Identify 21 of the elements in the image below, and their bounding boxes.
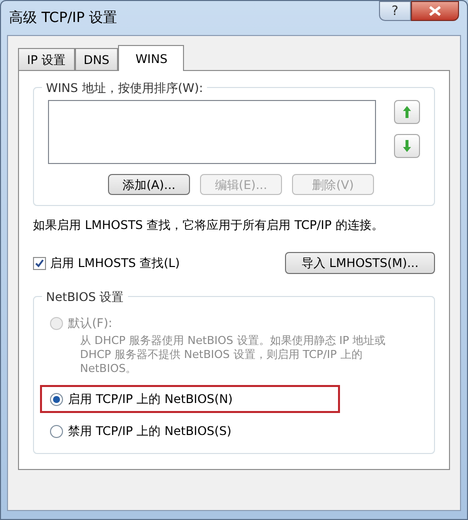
tab[interactable]: DNS <box>74 48 118 70</box>
group-label: WINS 地址，按使用排序(W): <box>42 79 208 97</box>
info-text: 如果启用 LMHOSTS 查找，它将应用于所有启用 TCP/IP 的连接。 <box>33 217 384 234</box>
move-up-button[interactable] <box>394 100 420 124</box>
arrow-down-icon <box>402 139 412 153</box>
tab[interactable]: WINS <box>118 45 184 71</box>
check-icon <box>35 258 44 268</box>
address-list[interactable] <box>48 100 376 164</box>
radio-option[interactable]: 禁用 TCP/IP 上的 NetBIOS(S) <box>50 422 414 440</box>
help-button[interactable]: ? <box>379 1 411 21</box>
lmhosts-checkbox[interactable]: 启用 LMHOSTS 查找(L) <box>33 254 180 272</box>
option-description: 从 DHCP 服务器使用 NetBIOS 设置。如果使用静态 IP 地址或 DHCP 服务器不提供 NetBIOS 设置，则启用 TCP/IP 上的 NetBIOS。 <box>80 334 387 376</box>
close-icon <box>429 6 441 16</box>
move-down-button[interactable] <box>394 134 420 158</box>
tab[interactable]: IP 设置 <box>18 48 75 70</box>
action-button[interactable]: 添加(A)... <box>108 174 190 195</box>
window-title: 高级 TCP/IP 设置 <box>9 8 118 28</box>
radio-option[interactable]: 启用 TCP/IP 上的 NetBIOS(N) <box>50 390 330 408</box>
arrow-up-icon <box>402 105 412 119</box>
close-button[interactable] <box>411 1 459 21</box>
import-button[interactable]: 导入 LMHOSTS(M)... <box>285 252 435 274</box>
